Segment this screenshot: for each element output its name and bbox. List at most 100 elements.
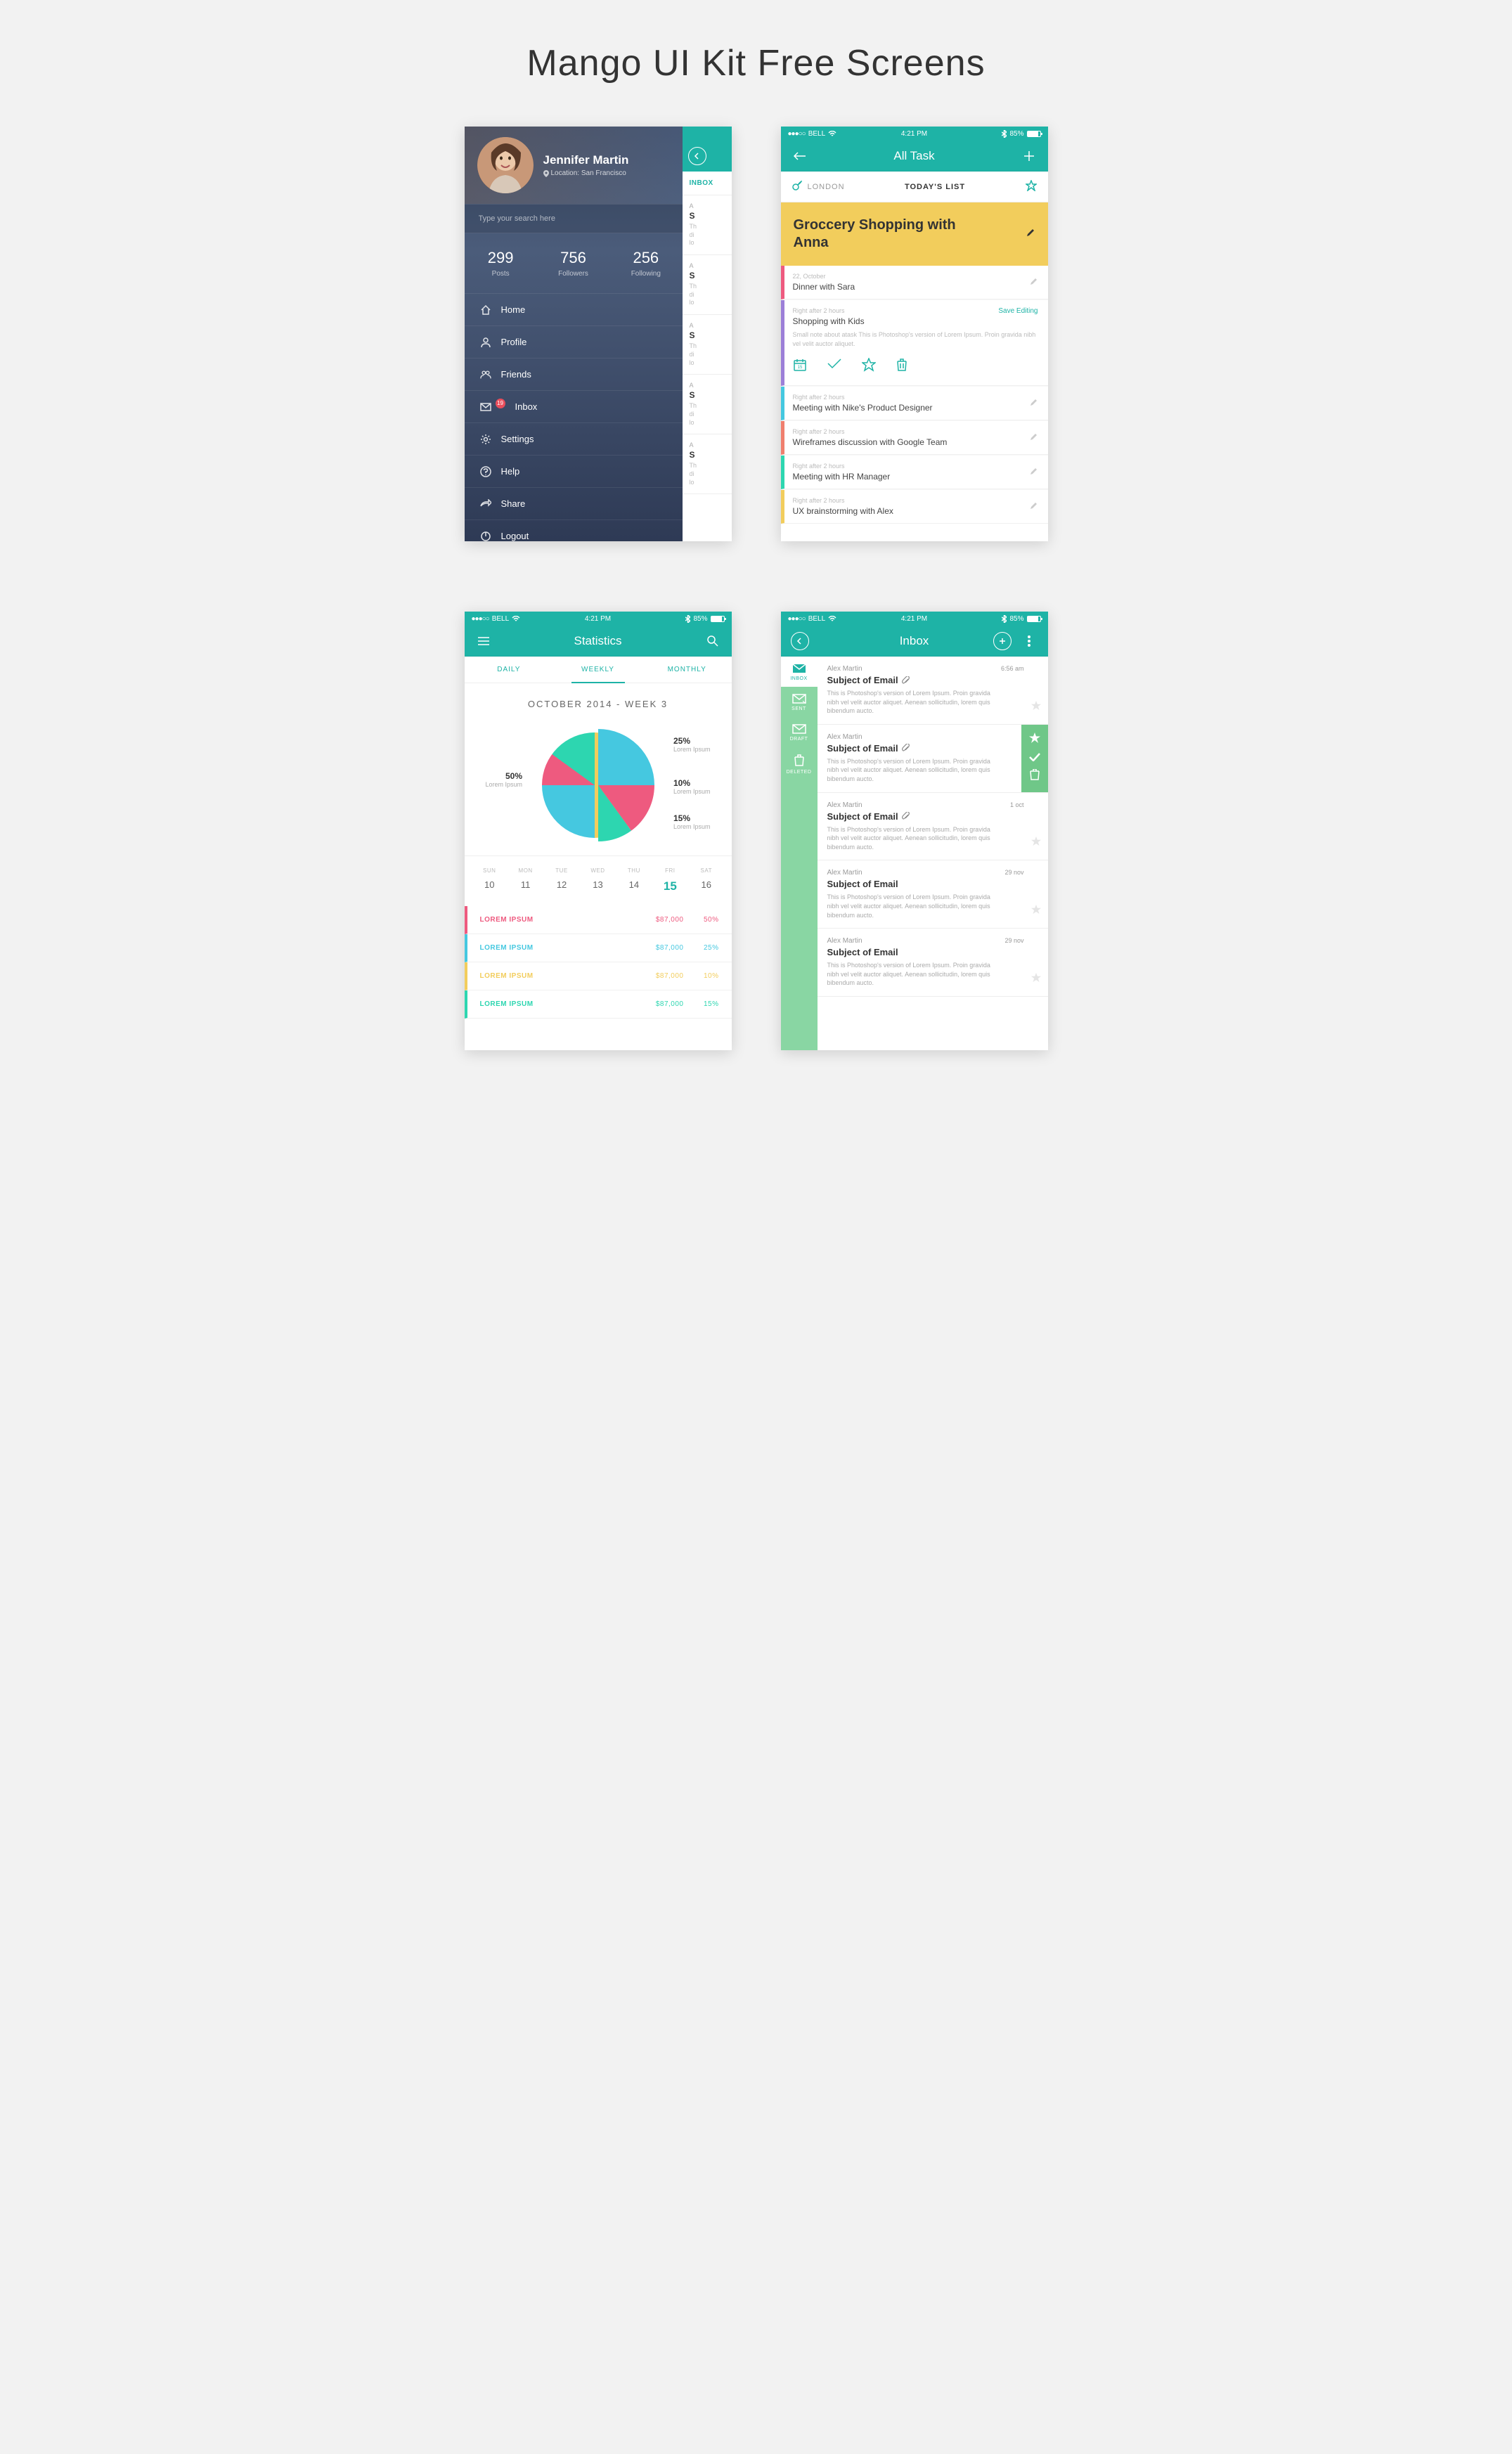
friends-icon [480,369,491,380]
stat-row[interactable]: LOREM IPSUM $87,000 10% [465,962,732,990]
side-drawer: Jennifer Martin Location: San Francisco … [465,127,683,541]
task-meta: Right after 2 hours [793,497,1038,504]
menu-item-settings[interactable]: Settings [465,422,683,455]
day-col[interactable]: THU14 [616,867,652,893]
add-button[interactable] [993,632,1012,650]
star-icon[interactable] [1031,837,1041,850]
day-col[interactable]: SAT16 [688,867,724,893]
edit-icon[interactable] [1030,501,1038,513]
back-button[interactable] [791,632,809,650]
mail-row[interactable]: Alex Martin 1 oct Subject of Email This … [818,793,1048,861]
trash-action[interactable] [1030,769,1040,784]
menu-item-home[interactable]: Home [465,293,683,325]
menu-item-logout[interactable]: Logout [465,519,683,541]
tab-weekly[interactable]: WEEKLY [553,657,642,683]
stat-item[interactable]: 299Posts [465,249,537,278]
task-item[interactable]: Right after 2 hours Meeting with HR Mana… [781,456,1048,489]
task-title: Meeting with HR Manager [793,472,1038,482]
tab-monthly[interactable]: MONTHLY [642,657,732,683]
calendar-icon[interactable]: 15 [793,358,807,375]
stat-row[interactable]: LOREM IPSUM $87,000 25% [465,934,732,962]
task-item[interactable]: Right after 2 hours UX brainstorming wit… [781,490,1048,524]
back-button[interactable] [688,147,706,165]
add-button[interactable] [1020,147,1038,165]
stat-row[interactable]: LOREM IPSUM $87,000 15% [465,990,732,1019]
more-button[interactable] [1020,632,1038,650]
mail-preview: This is Photoshop's version of Lorem Ips… [827,825,996,852]
logout-icon [480,531,491,542]
nav-title: Statistics [574,634,621,648]
battery-icon [1027,616,1041,622]
check-action[interactable] [1029,752,1040,765]
week-calendar: SUN10MON11TUE12WED13THU14FRI15SAT16 [465,855,732,899]
edit-icon[interactable] [1030,432,1038,444]
stat-row[interactable]: LOREM IPSUM $87,000 50% [465,906,732,934]
tab-daily[interactable]: DAILY [465,657,554,683]
menu-item-inbox[interactable]: 19 Inbox [465,390,683,422]
content-peek: INBOX ASThdiloASThdiloASThdiloASThdiloAS… [683,127,732,541]
search-input[interactable] [479,214,668,223]
side-sent[interactable]: SENT [781,687,818,717]
day-col[interactable]: SUN10 [472,867,508,893]
avatar[interactable] [477,137,534,193]
task-item[interactable]: Right after 2 hours Shopping with Kids S… [781,300,1048,386]
stat-item[interactable]: 756Followers [537,249,609,278]
page-title: Mango UI Kit Free Screens [0,42,1512,84]
edit-icon[interactable] [1026,228,1035,241]
day-col[interactable]: WED13 [580,867,616,893]
task-item[interactable]: 22, October Dinner with Sara [781,266,1048,299]
peek-mail-row[interactable]: ASThdilo [683,195,732,255]
edit-icon[interactable] [1030,466,1038,479]
mail-row[interactable]: Alex Martin Subject of Email This is Pho… [818,725,1048,793]
peek-tab-inbox[interactable]: INBOX [690,179,713,187]
back-button[interactable] [791,147,809,165]
mail-row[interactable]: Alex Martin 29 nov Subject of Email This… [818,929,1048,997]
day-col[interactable]: MON11 [508,867,543,893]
peek-mail-row[interactable]: ASThdilo [683,434,732,494]
star-action[interactable] [1029,732,1040,747]
stat-item[interactable]: 256Following [609,249,682,278]
menu-item-help[interactable]: Help [465,455,683,487]
menu-button[interactable] [474,632,493,650]
side-deleted[interactable]: DELETED [781,747,818,780]
task-meta: 22, October [793,273,1038,280]
peek-mail-row[interactable]: ASThdilo [683,315,732,375]
menu-item-friends[interactable]: Friends [465,358,683,390]
mail-subject: Subject of Email [827,947,1038,957]
task-item[interactable]: Right after 2 hours Wireframes discussio… [781,421,1048,455]
save-editing-button[interactable]: Save Editing [998,307,1038,315]
edit-icon[interactable] [1030,397,1038,410]
mail-preview: This is Photoshop's version of Lorem Ips… [827,893,996,919]
status-time: 4:21 PM [901,615,927,623]
trash-icon[interactable] [896,358,908,375]
edit-icon[interactable] [1030,276,1038,289]
day-col[interactable]: TUE12 [543,867,579,893]
peek-mail-row[interactable]: ASThdilo [683,375,732,434]
city-label: LONDON [808,183,845,191]
star-icon[interactable] [1031,701,1041,714]
day-col[interactable]: FRI15 [652,867,688,893]
check-icon[interactable] [827,358,842,375]
mail-row[interactable]: Alex Martin 29 nov Subject of Email This… [818,860,1048,929]
side-inbox[interactable]: INBOX [781,657,818,687]
drawer-search[interactable] [465,204,683,233]
star-icon[interactable] [1031,905,1041,918]
peek-mail-row[interactable]: ASThdilo [683,255,732,315]
menu-label: Settings [501,434,534,444]
menu-item-profile[interactable]: Profile [465,325,683,358]
side-draft[interactable]: DRAFT [781,717,818,747]
task-item[interactable]: Right after 2 hours Meeting with Nike's … [781,387,1048,420]
star-icon[interactable] [1031,973,1041,986]
mail-row[interactable]: Alex Martin 6:56 am Subject of Email Thi… [818,657,1048,725]
star-button[interactable] [1026,180,1037,193]
search-button[interactable] [704,632,722,650]
wifi-icon [828,616,836,622]
status-time: 4:21 PM [585,615,611,623]
battery-icon [711,616,725,622]
feature-task[interactable]: Groccery Shopping with Anna [781,202,1048,266]
mail-from: Alex Martin [827,801,1038,809]
menu-item-share[interactable]: Share [465,487,683,519]
star-icon[interactable] [862,358,876,375]
menu-label: Share [501,498,526,509]
status-bar: ●●●○○BELL 4:21 PM 85% [781,127,1048,141]
